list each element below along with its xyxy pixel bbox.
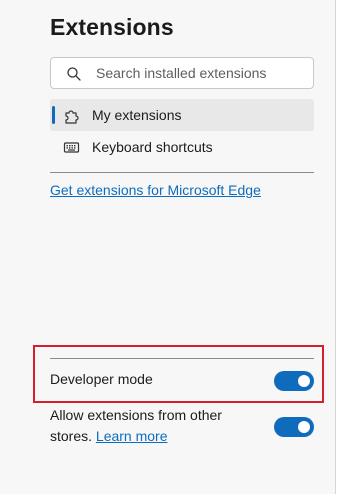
toggle-knob (298, 375, 310, 387)
search-icon (67, 67, 81, 81)
developer-mode-toggle[interactable] (274, 371, 314, 391)
search-input[interactable] (96, 58, 306, 88)
sidebar-item-my-extensions[interactable]: My extensions (50, 99, 314, 131)
allow-other-stores-label: Allow extensions from other stores. Lear… (50, 405, 222, 447)
divider (50, 172, 314, 173)
developer-mode-label: Developer mode (50, 371, 153, 387)
divider (50, 358, 314, 359)
learn-more-link[interactable]: Learn more (96, 428, 168, 444)
allow-other-stores-toggle[interactable] (274, 417, 314, 437)
puzzle-icon (65, 110, 79, 124)
sidebar-item-label: Keyboard shortcuts (92, 139, 213, 155)
allow-other-stores-text: Allow extensions from other (50, 407, 222, 423)
sidebar-item-label: My extensions (92, 107, 182, 123)
allow-other-stores-text-2: stores. (50, 428, 93, 444)
extensions-sidebar: Extensions My extensions Keyboard shortc… (0, 0, 336, 494)
search-box[interactable] (50, 57, 314, 89)
sidebar-item-keyboard-shortcuts[interactable]: Keyboard shortcuts (50, 131, 314, 163)
get-extensions-link[interactable]: Get extensions for Microsoft Edge (50, 182, 261, 198)
content-area-edge (336, 0, 349, 494)
page-title: Extensions (50, 14, 174, 40)
active-indicator (52, 106, 55, 124)
keyboard-icon (63, 142, 80, 153)
toggle-knob (298, 421, 310, 433)
